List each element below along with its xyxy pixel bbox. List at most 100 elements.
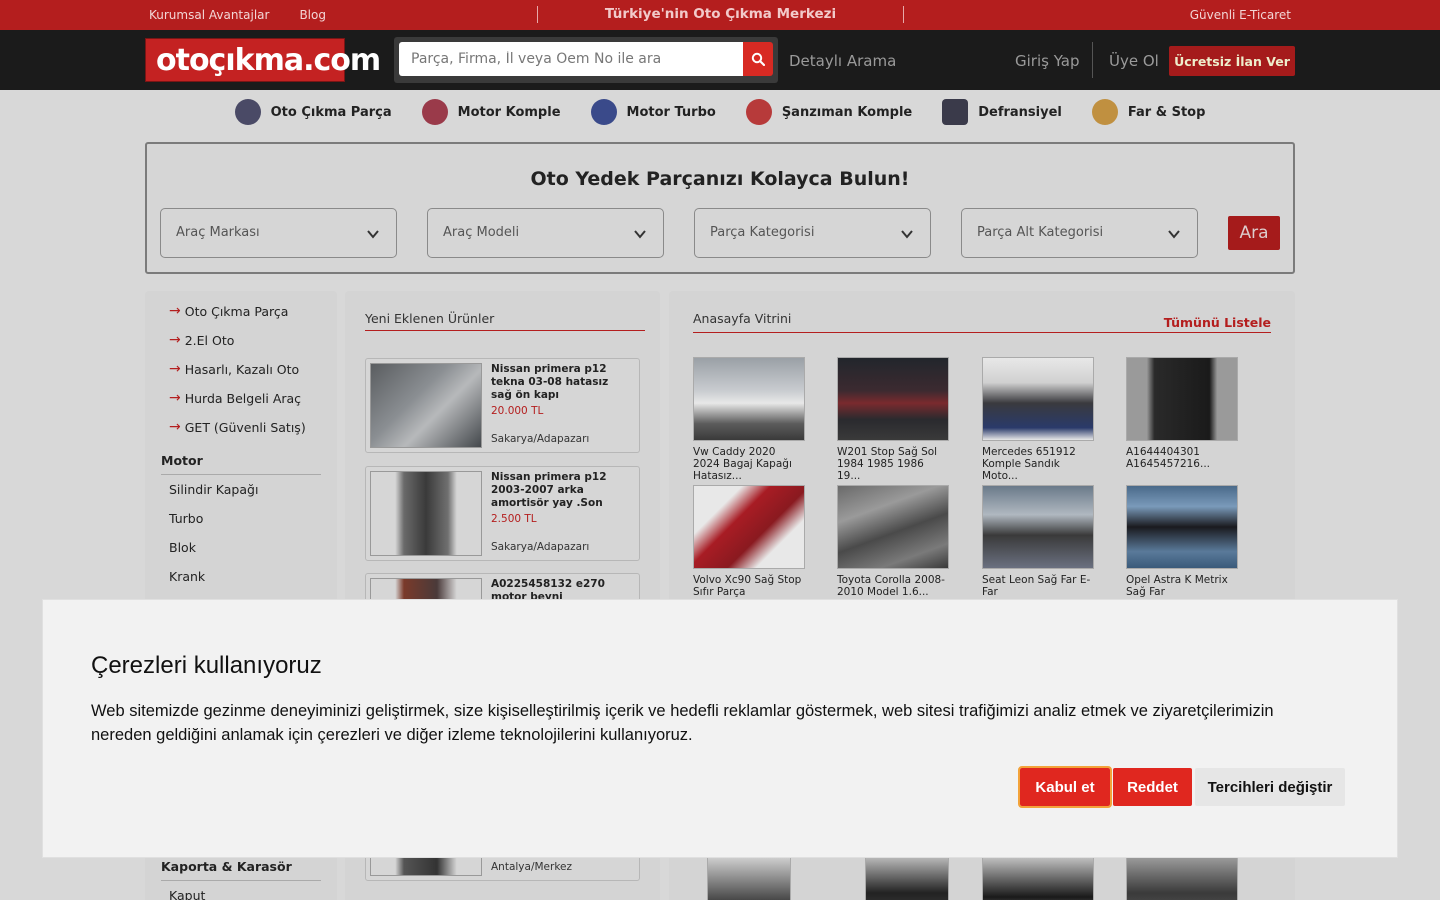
- sidebar-item-kaput[interactable]: Kaput: [169, 888, 205, 900]
- detailed-search-link[interactable]: Detaylı Arama: [789, 52, 896, 70]
- category-motor-komple[interactable]: Motor Komple: [421, 98, 561, 126]
- site-logo[interactable]: otoçıkma.com: [145, 38, 381, 82]
- sidebar-item-hasarli-oto[interactable]: → Hasarlı, Kazalı Oto: [169, 361, 299, 377]
- sidebar-item-blok[interactable]: Blok: [169, 540, 196, 555]
- cookie-text: Web sitemizde gezinme deneyiminizi geliş…: [91, 702, 1274, 744]
- showcase-image: [982, 851, 1094, 900]
- sidebar-item-silindir-kapagi[interactable]: Silindir Kapağı: [169, 482, 258, 497]
- blog-link[interactable]: Blog: [299, 8, 326, 22]
- product-image: [370, 471, 482, 556]
- product-location: Sakarya/Adapazarı: [491, 541, 590, 553]
- arrow-right-icon: →: [169, 419, 181, 435]
- sidebar-heading-motor: Motor: [161, 453, 321, 475]
- chevron-down-icon: [634, 230, 646, 239]
- product-title: Nissan primera p12 tekna 03-08 hatasız s…: [491, 363, 609, 401]
- showcase-item[interactable]: W201 Stop Sağ Sol 1984 1985 1986 19...: [837, 357, 949, 482]
- showcase-image: [693, 357, 805, 441]
- category-label: Defransiyel: [978, 104, 1062, 120]
- headlight-icon: [1091, 99, 1118, 125]
- showcase-title: Volvo Xc90 Sağ Stop Sıfır Parça: [693, 574, 802, 598]
- list-all-link[interactable]: Tümünü Listele: [1164, 315, 1271, 330]
- post-ad-button[interactable]: Ücretsiz İlan Ver: [1169, 46, 1295, 76]
- sidebar-item-get[interactable]: → GET (Güvenli Satış): [169, 419, 306, 435]
- product-image: [370, 363, 482, 448]
- showcase-image: [1126, 485, 1238, 569]
- showcase-item[interactable]: Opel Astra K Metri̇x Sağ Far: [1126, 485, 1238, 598]
- showcase-title: Opel Astra K Metri̇x Sağ Far: [1126, 574, 1228, 598]
- showcase-item[interactable]: A1644404301 A1645457216...: [1126, 357, 1238, 470]
- showcase-image: [1126, 851, 1238, 900]
- category-sanziman-komple[interactable]: Şanzıman Komple: [745, 98, 912, 126]
- cookie-title: Çerezleri kullanıyoruz: [91, 652, 322, 679]
- showcase-item[interactable]: [707, 851, 819, 900]
- product-card[interactable]: Nissan primera p12 2003-2007 arka amorti…: [365, 466, 640, 561]
- search-icon: [751, 52, 765, 66]
- sidebar-item-krank[interactable]: Krank: [169, 569, 205, 584]
- product-location: Sakarya/Adapazarı: [491, 433, 590, 445]
- sidebar-item-label: GET (Güvenli Satış): [184, 419, 306, 435]
- finder-title: Oto Yedek Parçanızı Kolayca Bulun!: [530, 168, 910, 190]
- reject-cookies-button[interactable]: Reddet: [1113, 768, 1192, 806]
- showcase-image: [1126, 357, 1238, 441]
- sidebar-item-hurda-belgeli[interactable]: → Hurda Belgeli Araç: [169, 390, 301, 406]
- showcase-title: Mercedes 651912 Komple Sandık Moto...: [982, 446, 1076, 482]
- search-input[interactable]: [399, 42, 744, 76]
- change-preferences-button[interactable]: Tercihleri değiştir: [1195, 768, 1345, 806]
- search-button[interactable]: [743, 42, 773, 76]
- showcase-item[interactable]: Seat Leon Sağ Far E-Far: [982, 485, 1094, 598]
- differential-icon: [942, 99, 969, 125]
- product-card[interactable]: Nissan primera p12 tekna 03-08 hatasız s…: [365, 358, 640, 453]
- top-bar: Kurumsal Avantajlar Blog Türkiye'nin Oto…: [0, 0, 1440, 30]
- tagline: Türkiye'nin Oto Çıkma Merkezi: [537, 6, 904, 23]
- login-link[interactable]: Giriş Yap: [1015, 52, 1080, 70]
- showcase-title: Vw Caddy 2020 2024 Bagaj Kapağı Hatasız.…: [693, 446, 792, 482]
- showcase-image: [837, 357, 949, 441]
- model-select[interactable]: Araç Modeli: [427, 208, 664, 258]
- showcase-title: A1644404301 A1645457216...: [1126, 446, 1210, 470]
- sidebar-item-label: Hasarlı, Kazalı Oto: [184, 361, 300, 377]
- showcase-image: [982, 357, 1094, 441]
- arrow-right-icon: →: [169, 361, 181, 377]
- sidebar-item-label: Oto Çıkma Parça: [184, 303, 289, 319]
- turbo-icon: [590, 99, 617, 125]
- sidebar-item-turbo[interactable]: Turbo: [169, 511, 203, 526]
- category-oto-cikma-parca[interactable]: Oto Çıkma Parça: [234, 98, 392, 126]
- category-motor-turbo[interactable]: Motor Turbo: [590, 98, 716, 126]
- category-label: Motor Turbo: [626, 104, 716, 120]
- brand-select[interactable]: Araç Markası: [160, 208, 397, 258]
- category-label: Far & Stop: [1127, 104, 1206, 120]
- showcase-item[interactable]: [865, 851, 977, 900]
- product-price: 2.500 TL: [491, 513, 537, 525]
- category-far-stop[interactable]: Far & Stop: [1091, 98, 1206, 126]
- showcase-image: [707, 851, 791, 900]
- showcase-title: Toyota Corolla 2008-2010 Model 1.6...: [837, 574, 945, 598]
- category-label: Oto Çıkma Parça: [270, 104, 392, 120]
- showcase-item[interactable]: [982, 851, 1094, 900]
- showcase-item[interactable]: Vw Caddy 2020 2024 Bagaj Kapağı Hatasız.…: [693, 357, 805, 482]
- sidebar-item-label: 2.El Oto: [184, 332, 235, 348]
- category-nav: Oto Çıkma Parça Motor Komple Motor Turbo…: [0, 98, 1440, 126]
- product-title: Nissan primera p12 2003-2007 arka amorti…: [491, 471, 607, 509]
- product-price: 20.000 TL: [491, 405, 544, 417]
- subcategory-select[interactable]: Parça Alt Kategorisi: [961, 208, 1198, 258]
- sidebar-item-2el-oto[interactable]: → 2.El Oto: [169, 332, 234, 348]
- category-defransiyel[interactable]: Defransiyel: [942, 98, 1062, 126]
- showcase-item[interactable]: [1126, 851, 1238, 900]
- secure-ecommerce-link[interactable]: Güvenli E-Ticaret: [1190, 8, 1291, 22]
- finder-search-button[interactable]: Ara: [1228, 216, 1280, 250]
- part-finder: Oto Yedek Parçanızı Kolayca Bulun! Araç …: [145, 142, 1295, 274]
- gearbox-icon: [745, 99, 772, 125]
- showcase-item[interactable]: Mercedes 651912 Komple Sandık Moto...: [982, 357, 1094, 482]
- arrow-right-icon: →: [169, 303, 181, 319]
- showcase-item[interactable]: Toyota Corolla 2008-2010 Model 1.6...: [837, 485, 949, 598]
- corporate-link[interactable]: Kurumsal Avantajlar: [149, 8, 269, 22]
- arrow-right-icon: →: [169, 332, 181, 348]
- accept-cookies-button[interactable]: Kabul et: [1018, 766, 1112, 808]
- sidebar-item-oto-cikma-parca[interactable]: → Oto Çıkma Parça: [169, 303, 288, 319]
- brand-select-label: Araç Markası: [176, 225, 260, 240]
- sidebar-item-label: Hurda Belgeli Araç: [184, 390, 302, 406]
- register-link[interactable]: Üye Ol: [1109, 52, 1159, 70]
- showcase-item[interactable]: Volvo Xc90 Sağ Stop Sıfır Parça: [693, 485, 805, 598]
- showcase-image: [837, 485, 949, 569]
- category-select[interactable]: Parça Kategorisi: [694, 208, 931, 258]
